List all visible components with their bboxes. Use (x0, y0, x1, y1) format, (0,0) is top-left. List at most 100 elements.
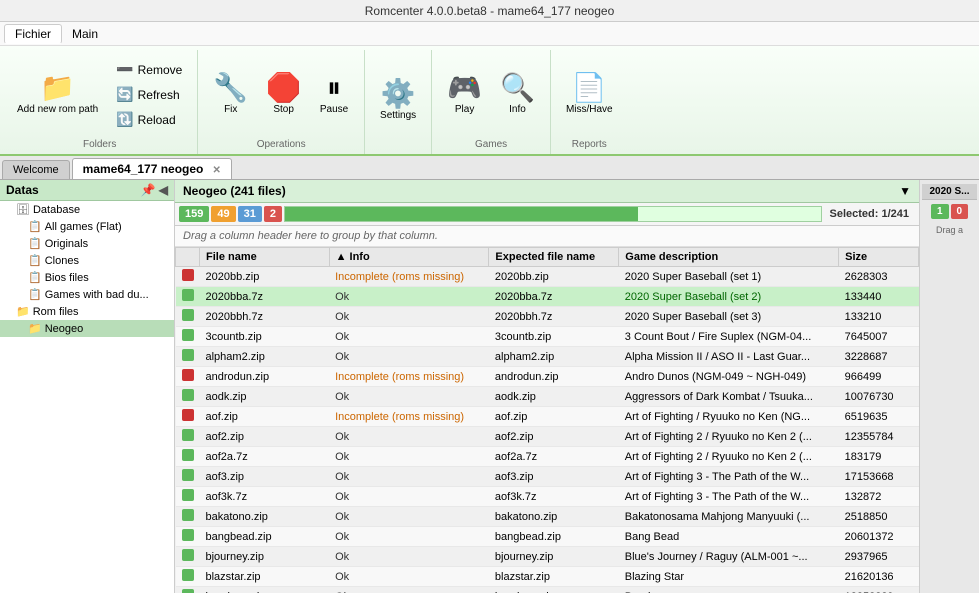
sidebar-item-clones[interactable]: 📋Clones (0, 252, 174, 269)
table-row[interactable]: bakatono.zip Ok bakatono.zip Bakatonosam… (176, 507, 919, 527)
settings-button[interactable]: ⚙️ Settings (373, 75, 423, 126)
pause-button[interactable]: ⏸ Pause (312, 69, 356, 120)
row-expected: 2020bba.7z (489, 287, 619, 307)
reload-button[interactable]: 🔃 Reload (109, 108, 189, 131)
add-new-rom-button[interactable]: 📁 Add new rom path (10, 69, 105, 120)
all-games-icon: 📋 (28, 220, 42, 233)
menu-fichier[interactable]: Fichier (4, 24, 62, 44)
row-size: 7645007 (839, 327, 919, 347)
row-icon-cell (176, 407, 200, 427)
row-expected: aof3k.7z (489, 487, 619, 507)
row-size: 12355784 (839, 427, 919, 447)
table-row[interactable]: androdun.zip Incomplete (roms missing) a… (176, 367, 919, 387)
col-filename[interactable]: File name (200, 248, 330, 267)
sidebar-item-neogeo[interactable]: 📁Neogeo (0, 320, 174, 337)
table-row[interactable]: aof.zip Incomplete (roms missing) aof.zi… (176, 407, 919, 427)
stat-green-badge: 159 (179, 206, 209, 222)
row-info: Ok (329, 447, 489, 467)
table-row[interactable]: breakers.zip Ok breakers.zip Breakers 13… (176, 587, 919, 593)
bios-files-icon: 📋 (28, 271, 42, 284)
tab-mame64-label: mame64_177 neogeo (83, 162, 204, 176)
tab-close-button[interactable]: ✕ (212, 165, 220, 176)
remove-button[interactable]: ➖ Remove (109, 58, 189, 81)
row-expected: aof.zip (489, 407, 619, 427)
row-expected: bjourney.zip (489, 547, 619, 567)
sidebar-item-rom-files[interactable]: 📁Rom files (0, 303, 174, 320)
menu-main[interactable]: Main (62, 25, 108, 43)
row-icon-cell (176, 307, 200, 327)
add-new-rom-label: Add new rom path (17, 104, 98, 115)
row-info: Ok (329, 427, 489, 447)
row-icon-cell (176, 467, 200, 487)
rom-files-icon: 📁 (16, 305, 30, 318)
table-row[interactable]: alpham2.zip Ok alpham2.zip Alpha Mission… (176, 347, 919, 367)
col-description[interactable]: Game description (619, 248, 839, 267)
row-expected: aof2a.7z (489, 447, 619, 467)
row-info: Ok (329, 467, 489, 487)
row-filename: aof.zip (200, 407, 330, 427)
right-panel-badges: 1 0 (929, 200, 970, 223)
right-panel: 2020 S... 1 0 Drag a (919, 180, 979, 593)
row-info: Incomplete (roms missing) (329, 367, 489, 387)
tab-mame64[interactable]: mame64_177 neogeo ✕ (72, 158, 232, 179)
col-expected[interactable]: Expected file name (489, 248, 619, 267)
sidebar-item-all-games[interactable]: 📋All games (Flat) (0, 218, 174, 235)
menu-bar: Fichier Main (0, 22, 979, 46)
right-panel-header: 2020 S... (922, 184, 977, 200)
row-description: Blazing Star (619, 567, 839, 587)
ribbon-folders-section: 📁 Add new rom path ➖ Remove 🔄 Refresh 🔃 … (2, 50, 198, 154)
drag-hint: Drag a column header here to group by th… (175, 226, 919, 247)
row-size: 2628303 (839, 267, 919, 287)
stop-button[interactable]: 🛑 Stop (259, 69, 308, 120)
table-row[interactable]: aof2a.7z Ok aof2a.7z Art of Fighting 2 /… (176, 447, 919, 467)
row-description: Breakers (619, 587, 839, 593)
row-description: Art of Fighting 2 / Ryuuko no Ken 2 (... (619, 447, 839, 467)
table-row[interactable]: bjourney.zip Ok bjourney.zip Blue's Jour… (176, 547, 919, 567)
info-button[interactable]: 🔍 Info (493, 69, 542, 120)
table-row[interactable]: 2020bba.7z Ok 2020bba.7z 2020 Super Base… (176, 287, 919, 307)
row-info: Incomplete (roms missing) (329, 267, 489, 287)
table-row[interactable]: aof2.zip Ok aof2.zip Art of Fighting 2 /… (176, 427, 919, 447)
sidebar-item-bios-files[interactable]: 📋Bios files (0, 269, 174, 286)
row-size: 21620136 (839, 567, 919, 587)
table-row[interactable]: aof3.zip Ok aof3.zip Art of Fighting 3 -… (176, 467, 919, 487)
sidebar-item-originals[interactable]: 📋Originals (0, 235, 174, 252)
tab-welcome[interactable]: Welcome (2, 160, 70, 179)
refresh-button[interactable]: 🔄 Refresh (109, 83, 189, 106)
row-icon-cell (176, 367, 200, 387)
table-row[interactable]: aof3k.7z Ok aof3k.7z Art of Fighting 3 -… (176, 487, 919, 507)
row-icon-cell (176, 447, 200, 467)
row-description: Alpha Mission II / ASO II - Last Guar... (619, 347, 839, 367)
settings-label: Settings (380, 110, 416, 121)
col-size[interactable]: Size (839, 248, 919, 267)
table-row[interactable]: aodk.zip Ok aodk.zip Aggressors of Dark … (176, 387, 919, 407)
play-icon: 🎮 (447, 74, 482, 102)
table-row[interactable]: 2020bb.zip Incomplete (roms missing) 202… (176, 267, 919, 287)
row-size: 133440 (839, 287, 919, 307)
fix-icon: 🔧 (213, 74, 248, 102)
table-row[interactable]: bangbead.zip Ok bangbead.zip Bang Bead 2… (176, 527, 919, 547)
content-header-dropdown[interactable]: ▼ (899, 184, 911, 198)
play-button[interactable]: 🎮 Play (440, 69, 489, 120)
col-icon[interactable] (176, 248, 200, 267)
miss-have-button[interactable]: 📄 Miss/Have (559, 69, 620, 120)
data-table[interactable]: File name ▲ Info Expected file name Game… (175, 247, 919, 593)
sidebar-item-database[interactable]: 🗄Database (0, 201, 174, 218)
progress-fill (285, 207, 638, 221)
row-icon-cell (176, 427, 200, 447)
row-size: 13852339 (839, 587, 919, 593)
row-description: Art of Fighting / Ryuuko no Ken (NG... (619, 407, 839, 427)
fix-button[interactable]: 🔧 Fix (206, 69, 255, 120)
stats-progress-bar (284, 206, 822, 222)
row-size: 6519635 (839, 407, 919, 427)
col-info[interactable]: ▲ Info (329, 248, 489, 267)
sidebar-item-games-bad[interactable]: 📋Games with bad du... (0, 286, 174, 303)
table-row[interactable]: blazstar.zip Ok blazstar.zip Blazing Sta… (176, 567, 919, 587)
table-row[interactable]: 3countb.zip Ok 3countb.zip 3 Count Bout … (176, 327, 919, 347)
database-label: Database (33, 204, 80, 216)
ribbon-reports-section: 📄 Miss/Have Reports (551, 50, 628, 154)
table-row[interactable]: 2020bbh.7z Ok 2020bbh.7z 2020 Super Base… (176, 307, 919, 327)
sidebar-collapse-button[interactable]: ◀ (159, 183, 168, 197)
sidebar-pin-button[interactable]: 📌 (141, 183, 156, 197)
row-filename: bangbead.zip (200, 527, 330, 547)
